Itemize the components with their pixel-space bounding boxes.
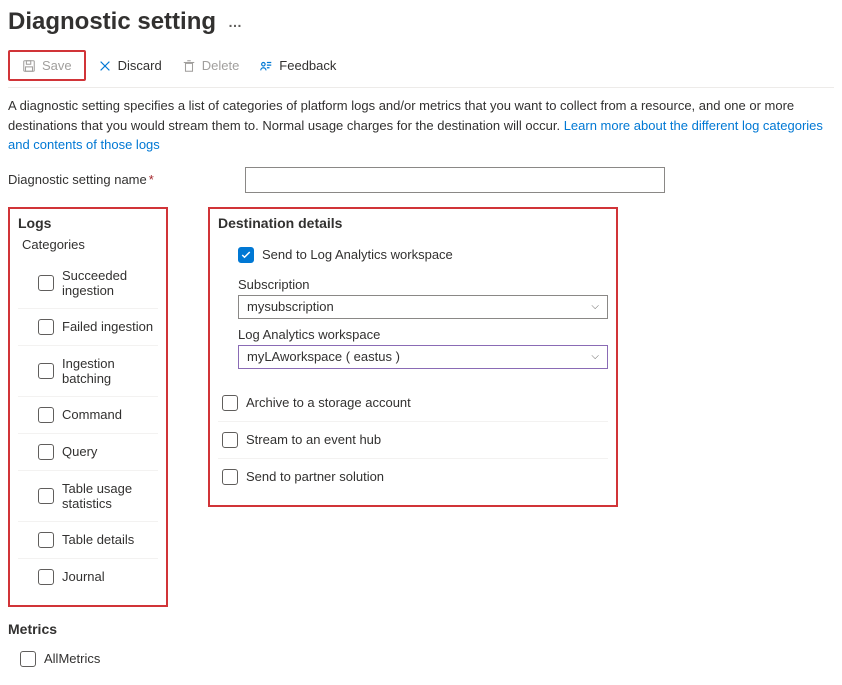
discard-label: Discard [118, 58, 162, 73]
checkbox[interactable] [20, 651, 36, 667]
required-marker: * [149, 172, 154, 187]
subscription-label: Subscription [238, 277, 608, 292]
categories-heading: Categories [22, 237, 158, 252]
log-label: Table details [62, 532, 134, 547]
workspace-label: Log Analytics workspace [238, 327, 608, 342]
log-label: Failed ingestion [62, 319, 153, 334]
checkbox[interactable] [222, 395, 238, 411]
delete-label: Delete [202, 58, 240, 73]
feedback-label: Feedback [279, 58, 336, 73]
log-label: Table usage statistics [62, 481, 154, 511]
discard-button[interactable]: Discard [90, 54, 170, 77]
log-label: Ingestion batching [62, 356, 154, 386]
checkbox[interactable] [38, 532, 54, 548]
workspace-select[interactable]: myLAworkspace ( eastus ) ⌵ [238, 345, 608, 369]
setting-name-label: Diagnostic setting name* [8, 172, 233, 187]
metric-allmetrics[interactable]: AllMetrics [8, 641, 168, 677]
log-category-table-usage[interactable]: Table usage statistics [18, 471, 158, 522]
save-button[interactable]: Save [14, 54, 80, 77]
checkbox[interactable] [38, 407, 54, 423]
chevron-down-icon: ⌵ [591, 301, 599, 312]
log-category-ingestion-batching[interactable]: Ingestion batching [18, 346, 158, 397]
log-label: Command [62, 407, 122, 422]
subscription-value: mysubscription [247, 299, 334, 314]
log-label: Journal [62, 569, 105, 584]
logs-title: Logs [18, 215, 158, 231]
dest-storage[interactable]: Archive to a storage account [218, 385, 608, 422]
log-label: Query [62, 444, 97, 459]
checkbox-checked[interactable] [238, 247, 254, 263]
dest-label: Stream to an event hub [246, 432, 381, 447]
page-title: Diagnostic setting … [8, 8, 834, 36]
checkbox[interactable] [38, 363, 54, 379]
checkbox[interactable] [222, 469, 238, 485]
feedback-icon [259, 59, 273, 73]
dest-partner[interactable]: Send to partner solution [218, 459, 608, 495]
feedback-button[interactable]: Feedback [251, 54, 344, 77]
destination-panel: Destination details Send to Log Analytic… [208, 207, 618, 507]
intro-text: A diagnostic setting specifies a list of… [8, 96, 834, 155]
log-category-query[interactable]: Query [18, 434, 158, 471]
save-highlight: Save [8, 50, 86, 81]
setting-name-input[interactable] [245, 167, 665, 193]
subscription-select[interactable]: mysubscription ⌵ [238, 295, 608, 319]
log-category-command[interactable]: Command [18, 397, 158, 434]
destination-title: Destination details [218, 215, 608, 231]
log-label: Succeeded ingestion [62, 268, 154, 298]
more-menu[interactable]: … [228, 14, 243, 30]
workspace-value: myLAworkspace ( eastus ) [247, 349, 400, 364]
dest-eventhub[interactable]: Stream to an event hub [218, 422, 608, 459]
checkbox[interactable] [38, 444, 54, 460]
checkbox[interactable] [38, 569, 54, 585]
save-icon [22, 59, 36, 73]
save-label: Save [42, 58, 72, 73]
chevron-down-icon: ⌵ [591, 351, 599, 362]
checkbox[interactable] [38, 319, 54, 335]
trash-icon [182, 59, 196, 73]
toolbar: Save Discard Delete Feedback [8, 44, 834, 88]
log-category-succeeded-ingestion[interactable]: Succeeded ingestion [18, 258, 158, 309]
dest-label: Archive to a storage account [246, 395, 411, 410]
dest-label: Send to partner solution [246, 469, 384, 484]
close-icon [98, 59, 112, 73]
checkbox[interactable] [38, 488, 54, 504]
page-title-text: Diagnostic setting [8, 8, 216, 36]
logs-panel: Logs Categories Succeeded ingestion Fail… [8, 207, 168, 607]
dest-log-analytics[interactable]: Send to Log Analytics workspace [218, 237, 608, 269]
setting-name-row: Diagnostic setting name* [8, 167, 834, 193]
log-category-failed-ingestion[interactable]: Failed ingestion [18, 309, 158, 346]
check-icon [240, 249, 252, 261]
metrics-title: Metrics [8, 621, 168, 637]
checkbox[interactable] [38, 275, 54, 291]
log-category-table-details[interactable]: Table details [18, 522, 158, 559]
delete-button[interactable]: Delete [174, 54, 248, 77]
log-category-journal[interactable]: Journal [18, 559, 158, 595]
metric-label: AllMetrics [44, 651, 100, 666]
dest-label: Send to Log Analytics workspace [262, 247, 453, 262]
checkbox[interactable] [222, 432, 238, 448]
